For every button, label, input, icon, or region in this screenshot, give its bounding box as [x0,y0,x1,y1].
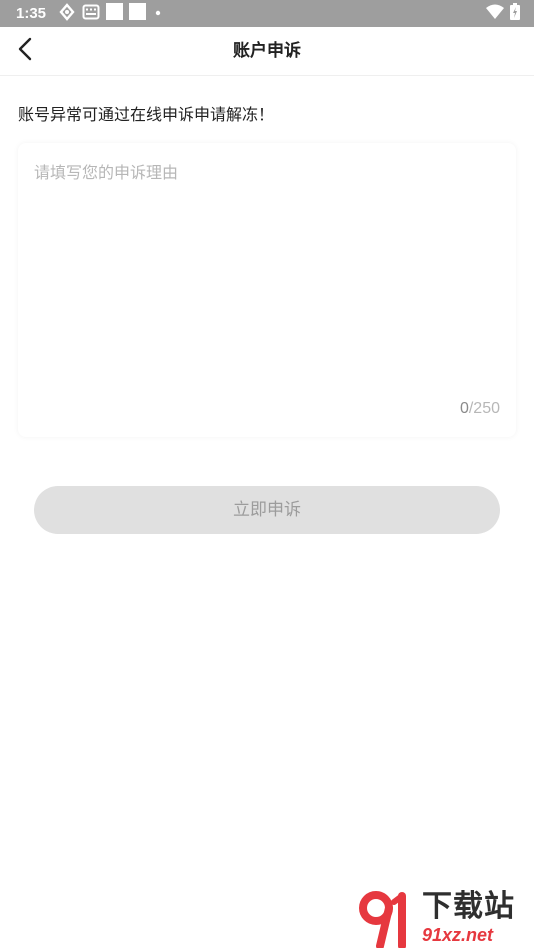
page-title: 账户申诉 [233,41,301,61]
status-time: 1:35 [16,5,47,22]
watermark-url: 91xz.net [422,925,494,945]
dot-icon [152,4,164,23]
notification-square-icon [129,3,146,24]
status-icons-left [58,2,164,25]
submit-appeal-button[interactable]: 立即申诉 [34,486,500,534]
app-bar: 账户申诉 [0,27,534,76]
char-count-current: 0 [459,400,469,417]
watermark-logo-icon [359,891,406,948]
char-counter: 0/250 [460,398,500,420]
appeal-notice: 账号异常可通过在线申诉申请解冻！ [18,105,275,124]
keyboard-icon [82,3,100,25]
wifi-icon [486,4,504,24]
watermark: 下载站 91xz.net [358,890,530,948]
watermark-title: 下载站 [422,889,515,924]
reason-box: 0/250 [18,143,516,437]
status-icons-right [486,3,520,24]
battery-icon [510,3,520,24]
char-count-max: /250 [468,400,500,417]
sync-icon [58,2,76,25]
status-bar: 1:35 [0,0,534,27]
notification-square-icon [106,3,123,24]
appeal-reason-input[interactable] [18,143,516,393]
